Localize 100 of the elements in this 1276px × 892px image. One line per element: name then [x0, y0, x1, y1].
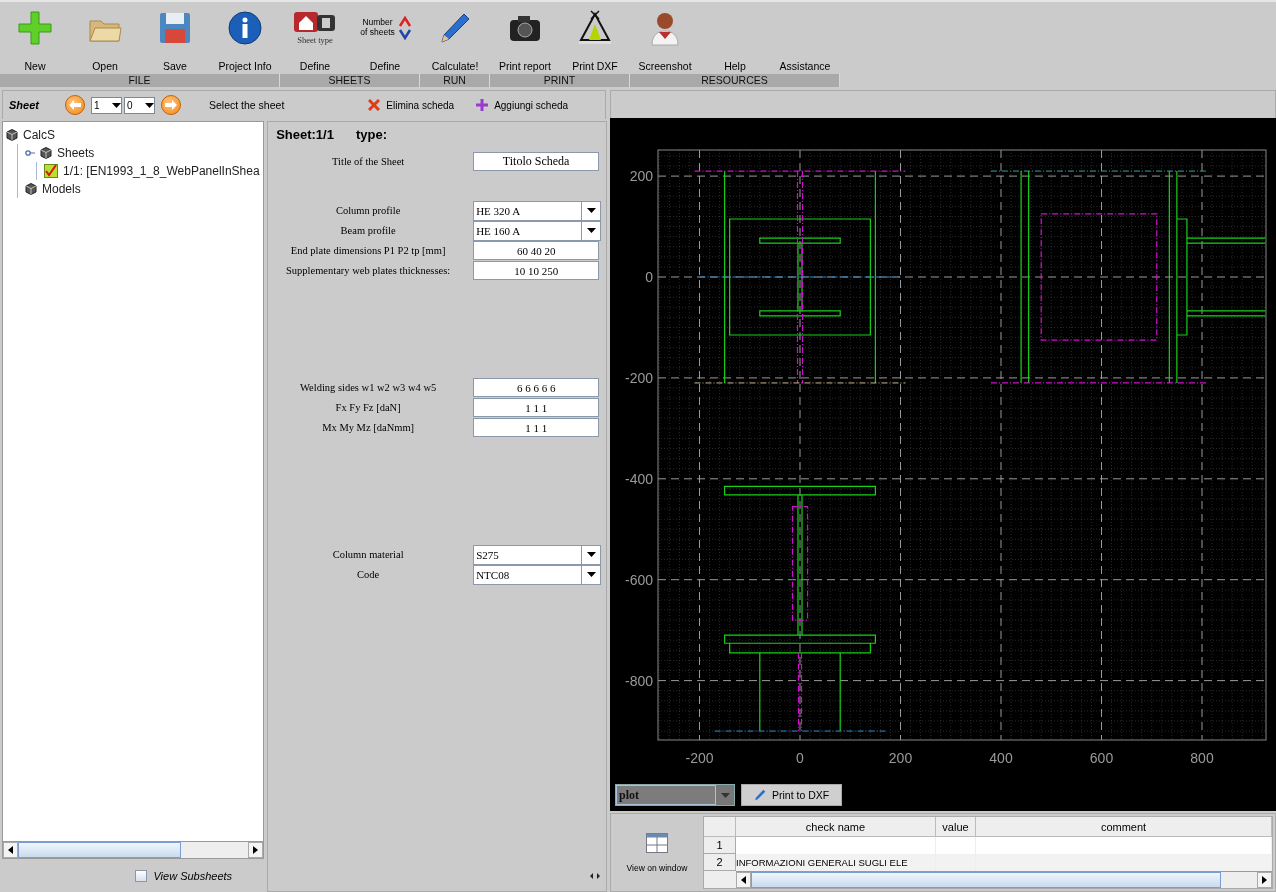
arrow-right-icon [1262, 876, 1267, 884]
dropdown-field[interactable]: HE 160 A [473, 220, 602, 241]
axis-tick-label: 400 [989, 750, 1013, 766]
caret-down-icon [586, 208, 596, 213]
sheet-hint: Select the sheet [209, 99, 285, 111]
toolbar-button[interactable]: Save [140, 2, 210, 74]
view-on-window-button[interactable]: View on window [611, 814, 703, 891]
table-cell: INFORMAZIONI GENERALI SUGLI ELE [736, 854, 936, 871]
toolbar-button[interactable]: Assistance [770, 2, 840, 74]
pencil-icon [439, 12, 471, 44]
toolbar-button[interactable]: Screenshot [630, 2, 700, 74]
input-field[interactable]: 1 1 1 [473, 418, 600, 437]
tree-item[interactable]: Sheets [57, 146, 95, 160]
axis-tick-label: 600 [1089, 750, 1114, 766]
toolbar-button[interactable]: Calculate! [420, 2, 490, 74]
column-header[interactable]: value [936, 817, 976, 837]
cube-icon [25, 183, 37, 195]
toolbar-button[interactable]: Number of sheets Define [350, 2, 420, 74]
axis-tick-label: 0 [645, 269, 653, 285]
dropdown-field[interactable]: HE 320 A [473, 200, 602, 221]
axis-tick-label: 200 [888, 750, 913, 766]
table-cell [936, 837, 976, 854]
caret-down-icon [145, 102, 154, 108]
axis-tick-label: 800 [1190, 750, 1214, 766]
field-label: Welding sides w1 w2 w3 w4 w5 [299, 382, 438, 393]
sheet-number: Sheet:1/1 [276, 127, 334, 142]
axis-tick-label: -200 [624, 369, 653, 386]
tree-item[interactable]: CalcS [23, 128, 55, 142]
plus-icon [476, 99, 489, 111]
tree-item[interactable]: 1/1: [EN1993_1_8_WebPanelInShea [63, 164, 260, 178]
field-label: Fx Fy Fz [daN] [334, 402, 402, 413]
remove-sheet-button[interactable]: Elimina scheda [360, 99, 463, 111]
toolbar-button[interactable]: Open [70, 2, 140, 74]
field-label: Mx My Mz [daNmm] [321, 422, 416, 433]
arrow-right-icon [253, 846, 259, 854]
input-field[interactable]: 1 1 1 [473, 398, 600, 417]
dropdown-field[interactable]: S275 [473, 544, 602, 565]
sheet-bar-title: Sheet [9, 99, 41, 111]
expanded-handle-icon[interactable] [25, 148, 35, 158]
pencil-icon [754, 789, 766, 801]
number-spinner[interactable]: 1 [91, 96, 122, 114]
support-person-icon [650, 10, 680, 46]
toolbar-button[interactable]: Help [700, 2, 770, 74]
arrow-left-icon [741, 876, 746, 884]
toolbar-group-label: PRINT [490, 74, 630, 87]
column-header[interactable]: comment [976, 817, 1272, 837]
row-number: 2 [704, 854, 736, 871]
exchange-arrows-icon [397, 16, 412, 40]
view-dropdown[interactable]: plot [615, 784, 735, 806]
info-icon [228, 11, 262, 45]
toolbar-group-label: RUN [420, 74, 490, 87]
horizontal-scrollbar[interactable] [736, 871, 1272, 888]
arrow-left-icon [8, 846, 13, 854]
tree-item[interactable]: Models [42, 182, 81, 196]
house-card-icon [293, 11, 337, 33]
arrow-right-icon [165, 100, 177, 110]
caret-down-icon [586, 228, 596, 233]
dropdown-field[interactable]: NTC08 [473, 564, 602, 585]
axis-tick-label: 200 [629, 168, 653, 185]
cube-icon [6, 129, 18, 141]
axis-tick-label: -400 [624, 470, 653, 487]
column-header[interactable]: check name [736, 817, 936, 837]
caret-down-icon [586, 572, 596, 577]
toolbar-button[interactable]: Project Info [210, 2, 280, 74]
arrow-left-icon [69, 100, 81, 110]
cube-icon [40, 147, 52, 159]
axis-tick-label: -600 [624, 571, 653, 588]
field-label: Supplementary web plates thicknesses: [285, 265, 452, 276]
axis-tick-label: -800 [624, 672, 653, 689]
icon-caption: Sheet type [297, 35, 333, 45]
toolbar-group-label: SHEETS [280, 74, 420, 87]
next-button[interactable] [161, 95, 181, 115]
horizontal-scrollbar[interactable] [3, 841, 264, 858]
caret-down-icon [112, 102, 121, 108]
input-field[interactable]: 10 10 250 [473, 261, 600, 280]
add-sheet-button[interactable]: Aggiungi scheda [468, 99, 577, 111]
toolbar-button[interactable]: New [0, 2, 70, 74]
checkbox[interactable] [135, 869, 148, 882]
input-field[interactable]: Titolo Scheda [473, 152, 600, 171]
number-spinner[interactable]: 0 [124, 96, 155, 114]
previous-button[interactable] [65, 95, 85, 115]
close-icon [368, 99, 381, 111]
field-label: Beam profile [339, 225, 397, 236]
field-label: Column profile [334, 205, 402, 216]
input-field[interactable]: 6 6 6 6 6 [473, 378, 600, 397]
checkbox-label: View Subsheets [153, 869, 233, 882]
toolbar-button[interactable]: Print DXF [560, 2, 630, 74]
input-field[interactable]: 60 40 20 [473, 241, 600, 260]
type-label: type: [355, 127, 387, 142]
field-label: Code [356, 569, 381, 580]
table-icon [646, 832, 668, 853]
checked-sheet-icon[interactable] [44, 164, 58, 178]
plus-icon [17, 10, 53, 46]
row-number: 1 [704, 837, 736, 854]
toolbar-button[interactable]: Sheet type Define [280, 2, 350, 74]
toolbar-button[interactable]: Print report [490, 2, 560, 74]
split-arrows-icon[interactable] [590, 873, 600, 879]
camera-icon [509, 14, 541, 42]
axis-tick-label: 0 [796, 750, 804, 766]
print-dxf-button[interactable]: Print to DXF [741, 784, 843, 806]
